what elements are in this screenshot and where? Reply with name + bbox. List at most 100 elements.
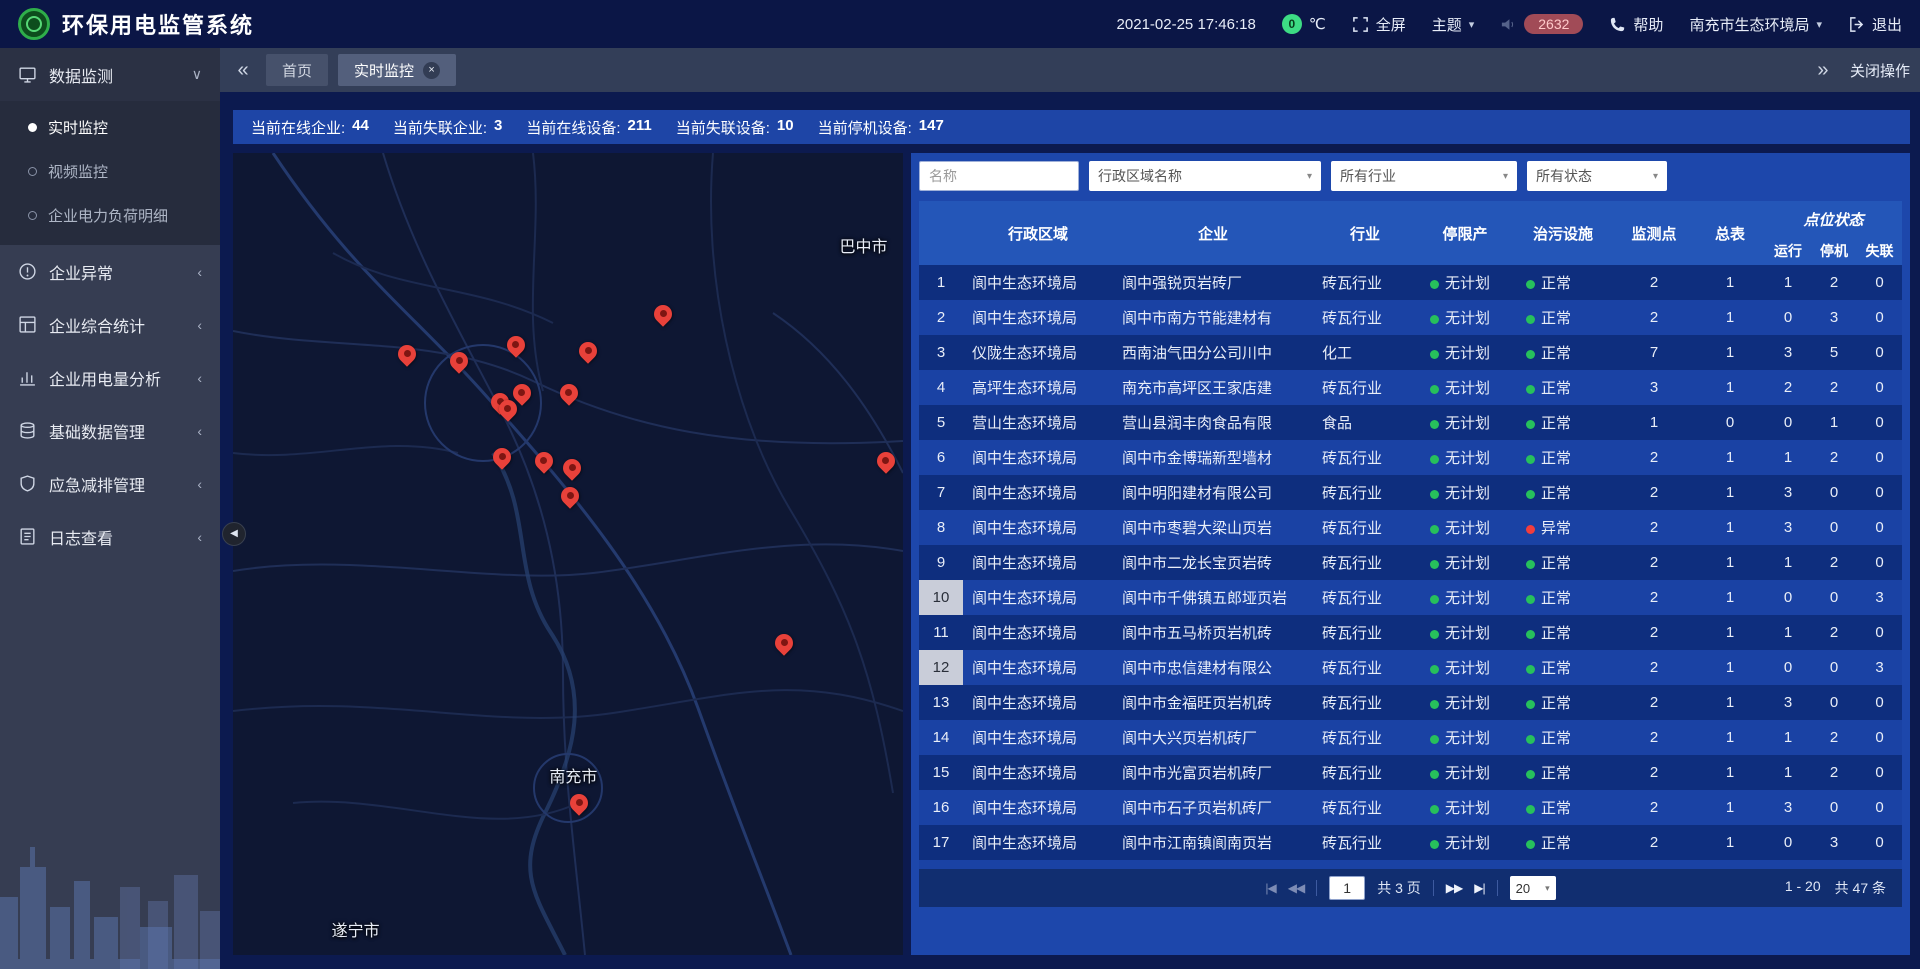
cell-region: 阆中生态环境局 bbox=[963, 615, 1113, 650]
cell-total-meters: 1 bbox=[1695, 335, 1765, 370]
last-page-button[interactable]: ▶| bbox=[1474, 881, 1484, 895]
cell-facility-status: 正常 bbox=[1513, 335, 1613, 370]
sidebar-item-enterprise-statistics[interactable]: 企业综合统计 ‹ bbox=[0, 298, 220, 351]
cell-total-meters: 1 bbox=[1695, 370, 1765, 405]
cell-facility-status: 正常 bbox=[1513, 440, 1613, 475]
cell-monitor-points: 3 bbox=[1613, 370, 1695, 405]
cell-limit-production: 无计划 bbox=[1417, 615, 1513, 650]
help-button[interactable]: 帮助 bbox=[1609, 14, 1663, 35]
logout-button[interactable]: 退出 bbox=[1848, 14, 1902, 35]
status-dot-green bbox=[1526, 315, 1535, 324]
cell-region: 营山生态环境局 bbox=[963, 405, 1113, 440]
table-row[interactable]: 5营山生态环境局营山县润丰肉食品有限食品无计划正常10010 bbox=[919, 405, 1902, 440]
cell-region: 阆中生态环境局 bbox=[963, 650, 1113, 685]
tab-realtime-monitoring[interactable]: 实时监控 × bbox=[338, 54, 456, 86]
first-page-button[interactable]: |◀ bbox=[1265, 881, 1275, 895]
cell-industry: 砖瓦行业 bbox=[1313, 650, 1417, 685]
table-row[interactable]: 4高坪生态环境局南充市高坪区王家店建砖瓦行业无计划正常31220 bbox=[919, 370, 1902, 405]
cell-stopped: 0 bbox=[1811, 790, 1857, 825]
region-select[interactable]: 行政区域名称 ▾ bbox=[1089, 161, 1321, 191]
enterprise-table: 行政区域 企业 行业 停限产 治污设施 监测点 总表 点位状态 bbox=[919, 201, 1902, 869]
theme-dropdown[interactable]: 主题 ▾ bbox=[1432, 14, 1475, 35]
status-dot-green bbox=[1430, 455, 1439, 464]
tabs-scroll-left-button[interactable]: « bbox=[230, 57, 256, 83]
table-row[interactable]: 15阆中生态环境局阆中市光富页岩机砖厂砖瓦行业无计划正常21120 bbox=[919, 755, 1902, 790]
next-page-button[interactable]: ▶▶ bbox=[1446, 881, 1462, 895]
org-dropdown[interactable]: 南充市生态环境局 ▾ bbox=[1689, 14, 1822, 35]
cell-stopped: 0 bbox=[1811, 475, 1857, 510]
close-icon[interactable]: × bbox=[423, 62, 440, 79]
tabs-scroll-right-button[interactable]: » bbox=[1810, 57, 1836, 83]
chevron-left-icon: ‹ bbox=[197, 264, 202, 280]
name-search-input[interactable] bbox=[919, 161, 1079, 191]
cell-disconnected: 0 bbox=[1857, 755, 1902, 790]
table-row[interactable]: 2阆中生态环境局阆中市南方节能建材有砖瓦行业无计划正常21030 bbox=[919, 300, 1902, 335]
sidebar-item-realtime-monitoring[interactable]: 实时监控 bbox=[0, 105, 220, 149]
cell-company: 西南油气田分公司川中 bbox=[1113, 335, 1313, 370]
sidebar-item-emergency-management[interactable]: 应急减排管理 ‹ bbox=[0, 457, 220, 510]
cell-region: 仪陇生态环境局 bbox=[963, 335, 1113, 370]
cell-limit-production: 无计划 bbox=[1417, 580, 1513, 615]
table-row[interactable]: 3仪陇生态环境局西南油气田分公司川中化工无计划正常71350 bbox=[919, 335, 1902, 370]
cell-disconnected: 0 bbox=[1857, 300, 1902, 335]
chevron-left-icon: ‹ bbox=[197, 317, 202, 333]
sidebar-item-label: 企业综合统计 bbox=[49, 313, 145, 337]
cell-company: 阆中市金福旺页岩机砖 bbox=[1113, 685, 1313, 720]
map-canvas[interactable]: 巴中市南充市遂宁市 bbox=[233, 153, 903, 955]
page-number-input[interactable] bbox=[1329, 876, 1365, 900]
cell-stopped: 3 bbox=[1811, 860, 1857, 869]
sidebar-item-enterprise-abnormal[interactable]: 企业异常 ‹ bbox=[0, 245, 220, 298]
sidebar-item-power-load-detail[interactable]: 企业电力负荷明细 bbox=[0, 193, 220, 237]
status-dot-red bbox=[1526, 525, 1535, 534]
sidebar-item-power-analysis[interactable]: 企业用电量分析 ‹ bbox=[0, 351, 220, 404]
status-dot-green bbox=[1430, 525, 1439, 534]
close-operations-button[interactable]: 关闭操作 bbox=[1850, 60, 1910, 81]
log-icon bbox=[18, 527, 37, 546]
cell-facility-status: 异常 bbox=[1513, 510, 1613, 545]
table-row[interactable]: 1阆中生态环境局阆中强锐页岩砖厂砖瓦行业无计划正常21120 bbox=[919, 265, 1902, 300]
logout-icon bbox=[1848, 16, 1865, 33]
sidebar-item-log-view[interactable]: 日志查看 ‹ bbox=[0, 510, 220, 563]
tab-home[interactable]: 首页 bbox=[266, 54, 328, 86]
map-city-label: 遂宁市 bbox=[332, 917, 380, 941]
cell-running: 0 bbox=[1765, 405, 1811, 440]
temperature-value: 0 bbox=[1282, 14, 1302, 34]
page-size-value: 20 bbox=[1516, 881, 1530, 896]
page-size-select[interactable]: 20 ▾ bbox=[1510, 876, 1556, 900]
sidebar-item-data-monitoring[interactable]: 数据监测 ∨ bbox=[0, 48, 220, 101]
cell-monitor-points: 2 bbox=[1613, 615, 1695, 650]
cell-industry: 砖瓦行业 bbox=[1313, 825, 1417, 860]
cell-index: 18 bbox=[919, 860, 963, 869]
chevron-down-icon: ▾ bbox=[1816, 18, 1822, 31]
table-row[interactable]: 9阆中生态环境局阆中市二龙长宝页岩砖砖瓦行业无计划正常21120 bbox=[919, 545, 1902, 580]
status-select-value: 所有状态 bbox=[1536, 166, 1592, 186]
speaker-icon bbox=[1500, 16, 1517, 33]
cell-stopped: 0 bbox=[1811, 685, 1857, 720]
table-row[interactable]: 14阆中生态环境局阆中大兴页岩机砖厂砖瓦行业无计划正常21120 bbox=[919, 720, 1902, 755]
map-panel-collapse-button[interactable]: ◀ bbox=[222, 522, 246, 546]
table-row[interactable]: 7阆中生态环境局阆中明阳建材有限公司砖瓦行业无计划正常21300 bbox=[919, 475, 1902, 510]
table-row[interactable]: 16阆中生态环境局阆中市石子页岩机砖厂砖瓦行业无计划正常21300 bbox=[919, 790, 1902, 825]
cell-region: 阆中生态环境局 bbox=[963, 720, 1113, 755]
cell-facility-status: 正常 bbox=[1513, 860, 1613, 869]
cell-stopped: 3 bbox=[1811, 825, 1857, 860]
table-row[interactable]: 11阆中生态环境局阆中市五马桥页岩机砖砖瓦行业无计划正常21120 bbox=[919, 615, 1902, 650]
fullscreen-button[interactable]: 全屏 bbox=[1352, 14, 1406, 35]
status-select[interactable]: 所有状态 ▾ bbox=[1527, 161, 1667, 191]
prev-page-button[interactable]: ◀◀ bbox=[1288, 881, 1304, 895]
table-row[interactable]: 13阆中生态环境局阆中市金福旺页岩机砖砖瓦行业无计划正常21300 bbox=[919, 685, 1902, 720]
table-row[interactable]: 17阆中生态环境局阆中市江南镇阆南页岩砖瓦行业无计划正常21030 bbox=[919, 825, 1902, 860]
sidebar-item-base-data[interactable]: 基础数据管理 ‹ bbox=[0, 404, 220, 457]
cell-monitor-points: 2 bbox=[1613, 580, 1695, 615]
table-row[interactable]: 6阆中生态环境局阆中市金博瑞新型墙材砖瓦行业无计划正常21120 bbox=[919, 440, 1902, 475]
table-row[interactable]: 10阆中生态环境局阆中市千佛镇五郎垭页岩砖瓦行业无计划正常21003 bbox=[919, 580, 1902, 615]
table-body: 1阆中生态环境局阆中强锐页岩砖厂砖瓦行业无计划正常21120 2 阆中生态环境局阆中… bbox=[919, 265, 1902, 869]
notice-area[interactable]: 2632 bbox=[1500, 14, 1583, 34]
table-row[interactable]: 12阆中生态环境局阆中市忠信建材有限公砖瓦行业无计划正常21003 bbox=[919, 650, 1902, 685]
table-row[interactable]: 18南部生态环境局南部县建材有限公砖瓦行业无计划正常21030 bbox=[919, 860, 1902, 869]
industry-select[interactable]: 所有行业 ▾ bbox=[1331, 161, 1517, 191]
cell-total-meters: 1 bbox=[1695, 300, 1765, 335]
sidebar-item-video-monitoring[interactable]: 视频监控 bbox=[0, 149, 220, 193]
cell-stopped: 2 bbox=[1811, 755, 1857, 790]
table-row[interactable]: 8阆中生态环境局阆中市枣碧大梁山页岩砖瓦行业无计划异常21300 bbox=[919, 510, 1902, 545]
